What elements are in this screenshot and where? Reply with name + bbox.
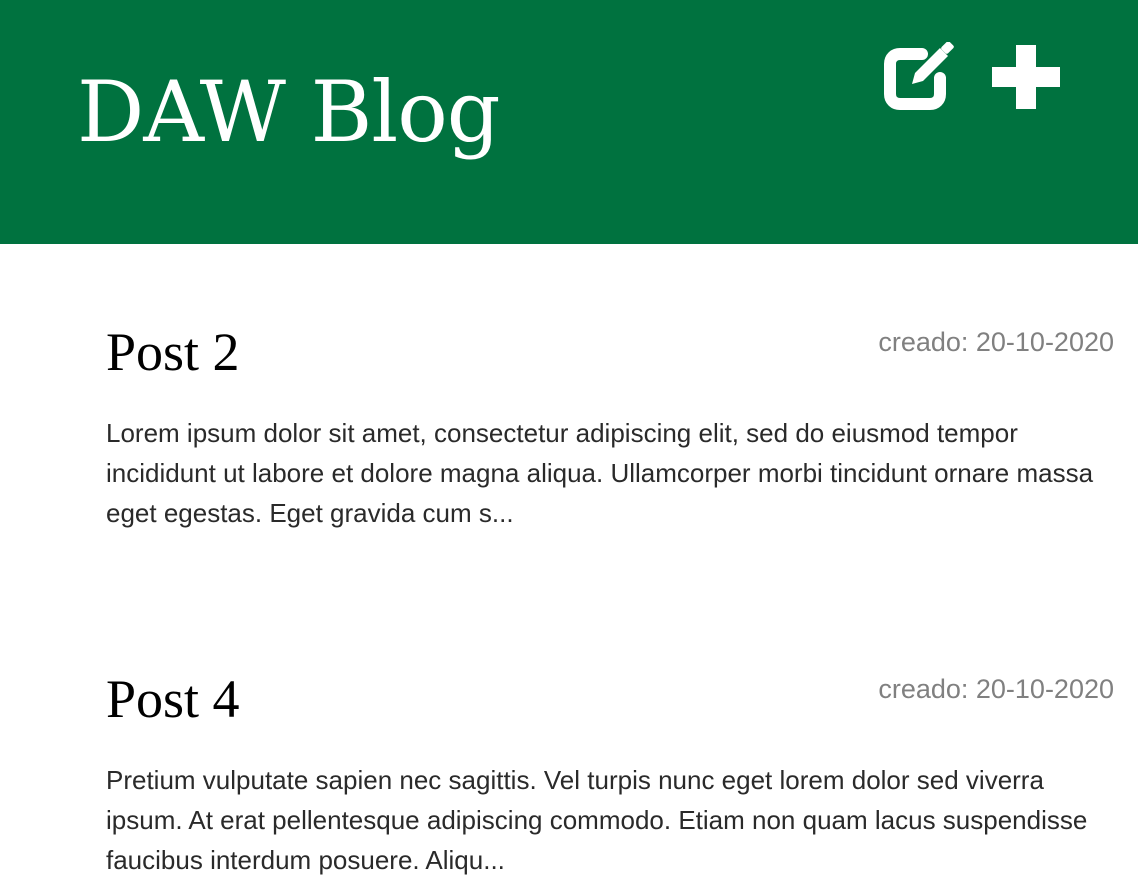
edit-icon [884, 42, 954, 110]
post-title[interactable]: Post 4 [106, 672, 240, 726]
post-excerpt: Lorem ipsum dolor sit amet, consectetur … [106, 418, 1094, 528]
post-date: creado: 20-10-2020 [878, 327, 1114, 357]
edit-button[interactable] [882, 42, 958, 110]
site-header: DAW Blog [0, 0, 1138, 244]
post-date: creado: 20-10-2020 [878, 674, 1114, 704]
add-post-button[interactable] [992, 45, 1060, 109]
site-title[interactable]: DAW Blog [77, 70, 501, 154]
post-title[interactable]: Post 2 [106, 325, 240, 379]
plus-icon [992, 45, 1060, 109]
post-excerpt: Pretium vulputate sapien nec sagittis. V… [106, 765, 1088, 875]
